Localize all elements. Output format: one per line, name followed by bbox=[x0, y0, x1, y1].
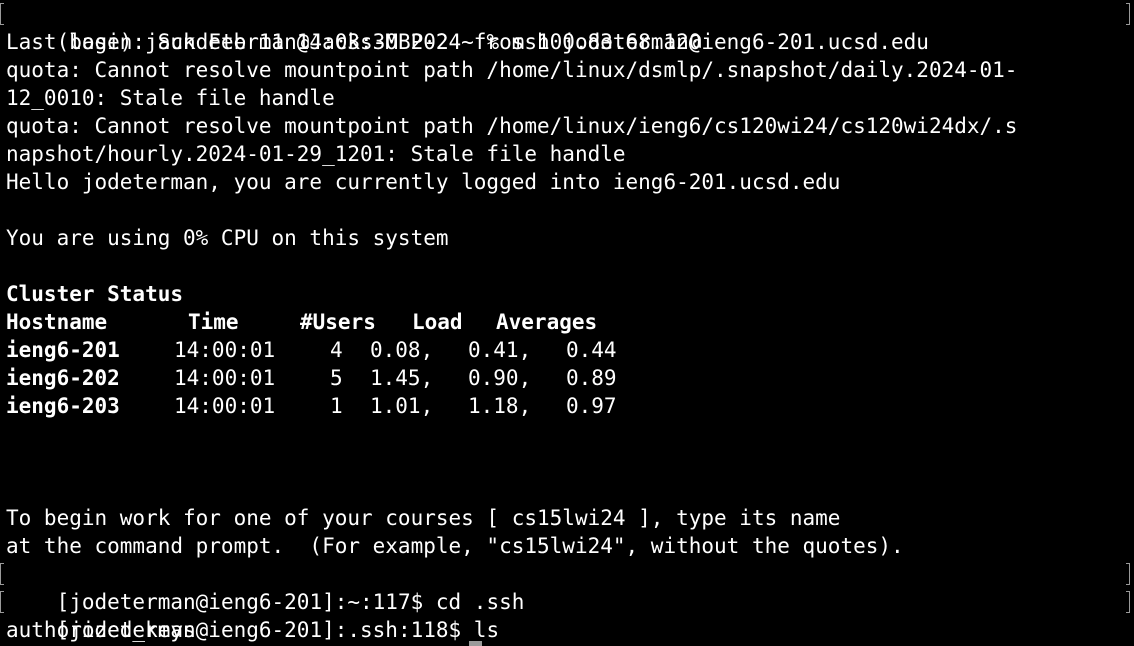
line-mark-right bbox=[1126, 3, 1130, 25]
row-hostname: ieng6-201 bbox=[6, 338, 120, 362]
row-hostname: ieng6-203 bbox=[6, 394, 120, 418]
quota-warning-line: 12_0010: Stale file handle bbox=[6, 86, 335, 110]
greeting-line: Hello jodeterman, you are currently logg… bbox=[6, 170, 841, 194]
table-row: ieng6-203 14:00:01 1 1.01, 1.18, 0.97 bbox=[6, 392, 1134, 420]
quota-warning-line: quota: Cannot resolve mountpoint path /h… bbox=[6, 58, 1018, 82]
row-hostname: ieng6-202 bbox=[6, 366, 120, 390]
row-users: 4 bbox=[330, 338, 343, 362]
row-load-15: 0.44 bbox=[566, 338, 617, 362]
last-login-line: Last login: Sun Feb 11 14:03:30 2024 fro… bbox=[6, 30, 702, 54]
ssh-command-line: (base) jackdeterman@Jacks-MBP-2 ~ % ssh … bbox=[0, 0, 1134, 54]
header-load: Load bbox=[412, 310, 463, 334]
cluster-status-title: Cluster Status bbox=[6, 282, 184, 306]
cluster-status-header: Hostname Time #Users Load Averages bbox=[6, 308, 1134, 336]
cpu-usage-line: You are using 0% CPU on this system bbox=[6, 226, 449, 250]
quota-warning-line: napshot/hourly.2024-01-29_1201: Stale fi… bbox=[6, 142, 626, 166]
row-load-5: 0.41, bbox=[468, 338, 532, 362]
header-time: Time bbox=[188, 310, 239, 334]
line-mark-left bbox=[0, 591, 4, 613]
row-time: 14:00:01 bbox=[174, 338, 276, 362]
line-mark-left bbox=[0, 3, 4, 25]
course-message-line: at the command prompt. (For example, "cs… bbox=[6, 534, 904, 558]
text-cursor bbox=[469, 641, 482, 646]
line-mark-left bbox=[0, 563, 4, 585]
table-row: ieng6-201 14:00:01 4 0.08, 0.41, 0.44 bbox=[6, 336, 1134, 364]
header-averages: Averages bbox=[496, 310, 598, 334]
row-time: 14:00:01 bbox=[174, 366, 276, 390]
row-time: 14:00:01 bbox=[174, 394, 276, 418]
ls-output-line: authorized_keys bbox=[6, 618, 196, 642]
row-load-15: 0.89 bbox=[566, 366, 617, 390]
row-load-5: 1.18, bbox=[468, 394, 532, 418]
course-message-line: To begin work for one of your courses [ … bbox=[6, 506, 841, 530]
cd-command-line: [jodeterman@ieng6-201]:~:117$ cd .ssh bbox=[0, 560, 1134, 614]
row-load-5: 0.90, bbox=[468, 366, 532, 390]
ls-command-line: [jodeterman@ieng6-201]:.ssh:118$ ls bbox=[0, 588, 1134, 642]
quota-warning-line: quota: Cannot resolve mountpoint path /h… bbox=[6, 114, 1018, 138]
row-load-15: 0.97 bbox=[566, 394, 617, 418]
row-load-1: 1.01, bbox=[370, 394, 434, 418]
line-mark-right bbox=[1126, 563, 1130, 585]
row-load-1: 1.45, bbox=[370, 366, 434, 390]
table-row: ieng6-202 14:00:01 5 1.45, 0.90, 0.89 bbox=[6, 364, 1134, 392]
header-hostname: Hostname bbox=[6, 310, 108, 334]
line-mark-right bbox=[1126, 591, 1130, 613]
terminal-window[interactable]: (base) jackdeterman@Jacks-MBP-2 ~ % ssh … bbox=[0, 0, 1134, 646]
row-load-1: 0.08, bbox=[370, 338, 434, 362]
row-users: 1 bbox=[330, 394, 343, 418]
row-users: 5 bbox=[330, 366, 343, 390]
header-users: #Users bbox=[300, 310, 376, 334]
